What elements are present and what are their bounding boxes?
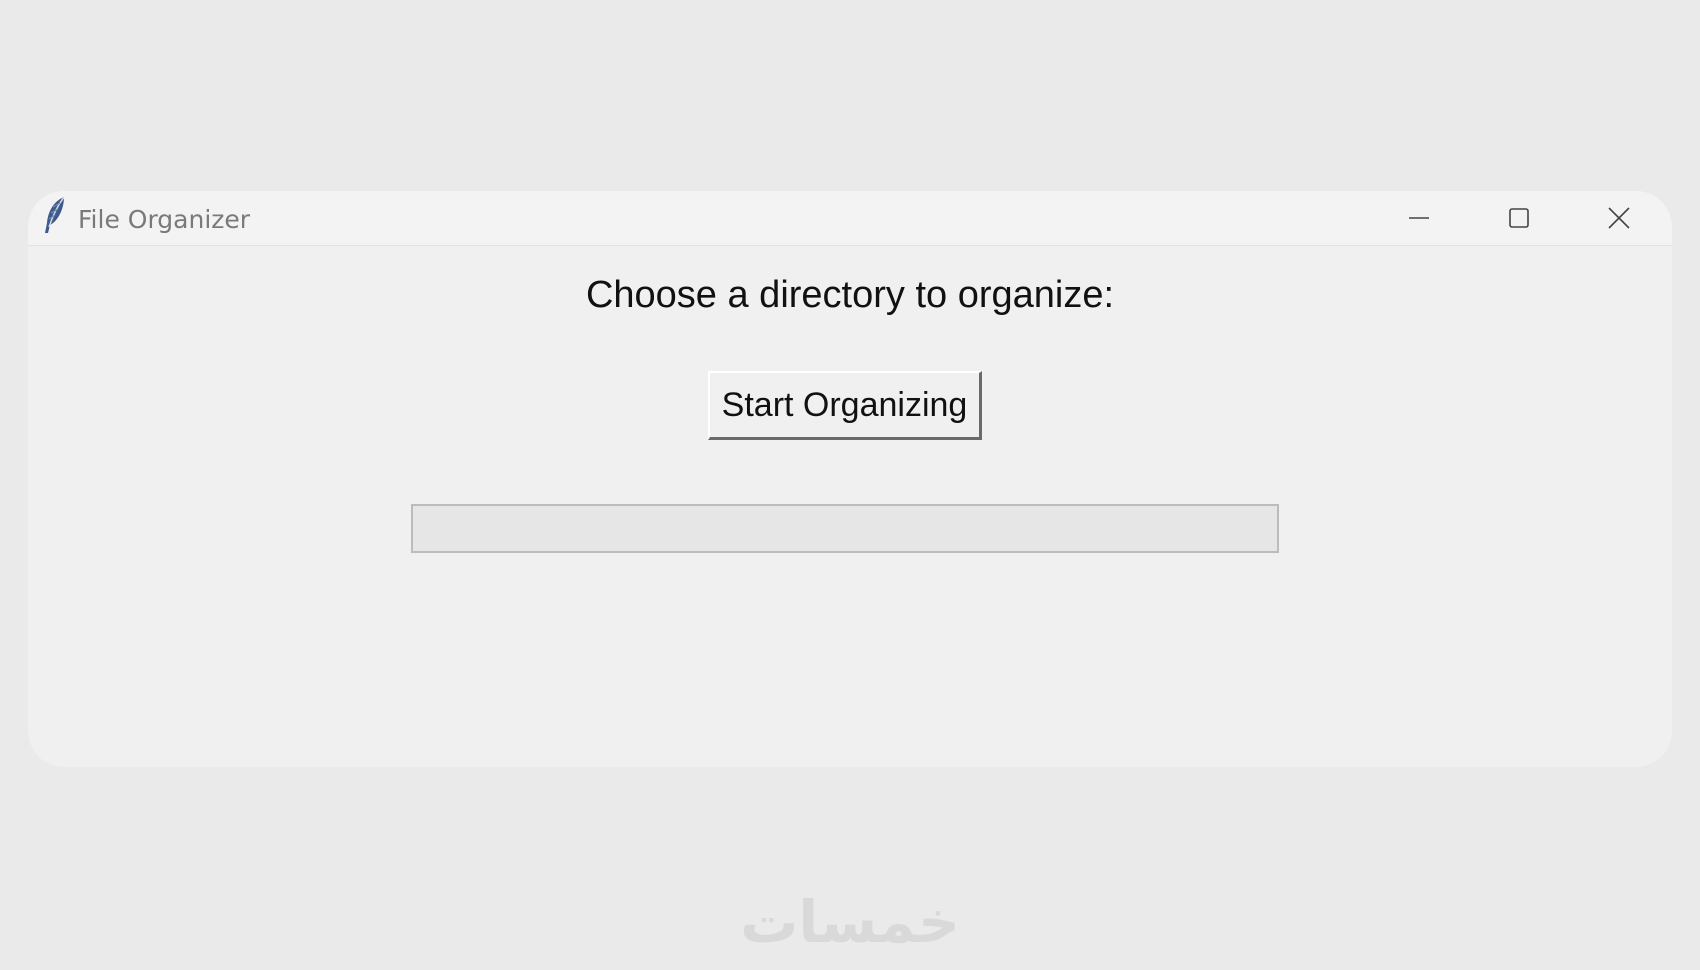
watermark-logo: خمسات [740, 888, 960, 956]
app-window: File Organizer Choose a directory to org… [28, 191, 1672, 767]
close-button[interactable] [1569, 191, 1669, 245]
feather-icon [45, 196, 65, 233]
start-organizing-button[interactable]: Start Organizing [708, 371, 982, 440]
progress-bar [411, 504, 1279, 553]
maximize-button[interactable] [1469, 191, 1569, 245]
instruction-heading: Choose a directory to organize: [585, 274, 1115, 316]
minimize-button[interactable] [1369, 191, 1469, 245]
minimize-icon [1409, 217, 1429, 219]
window-title: File Organizer [78, 205, 251, 234]
close-icon [1608, 207, 1630, 229]
maximize-icon [1509, 208, 1529, 228]
title-bar[interactable]: File Organizer [28, 191, 1672, 246]
